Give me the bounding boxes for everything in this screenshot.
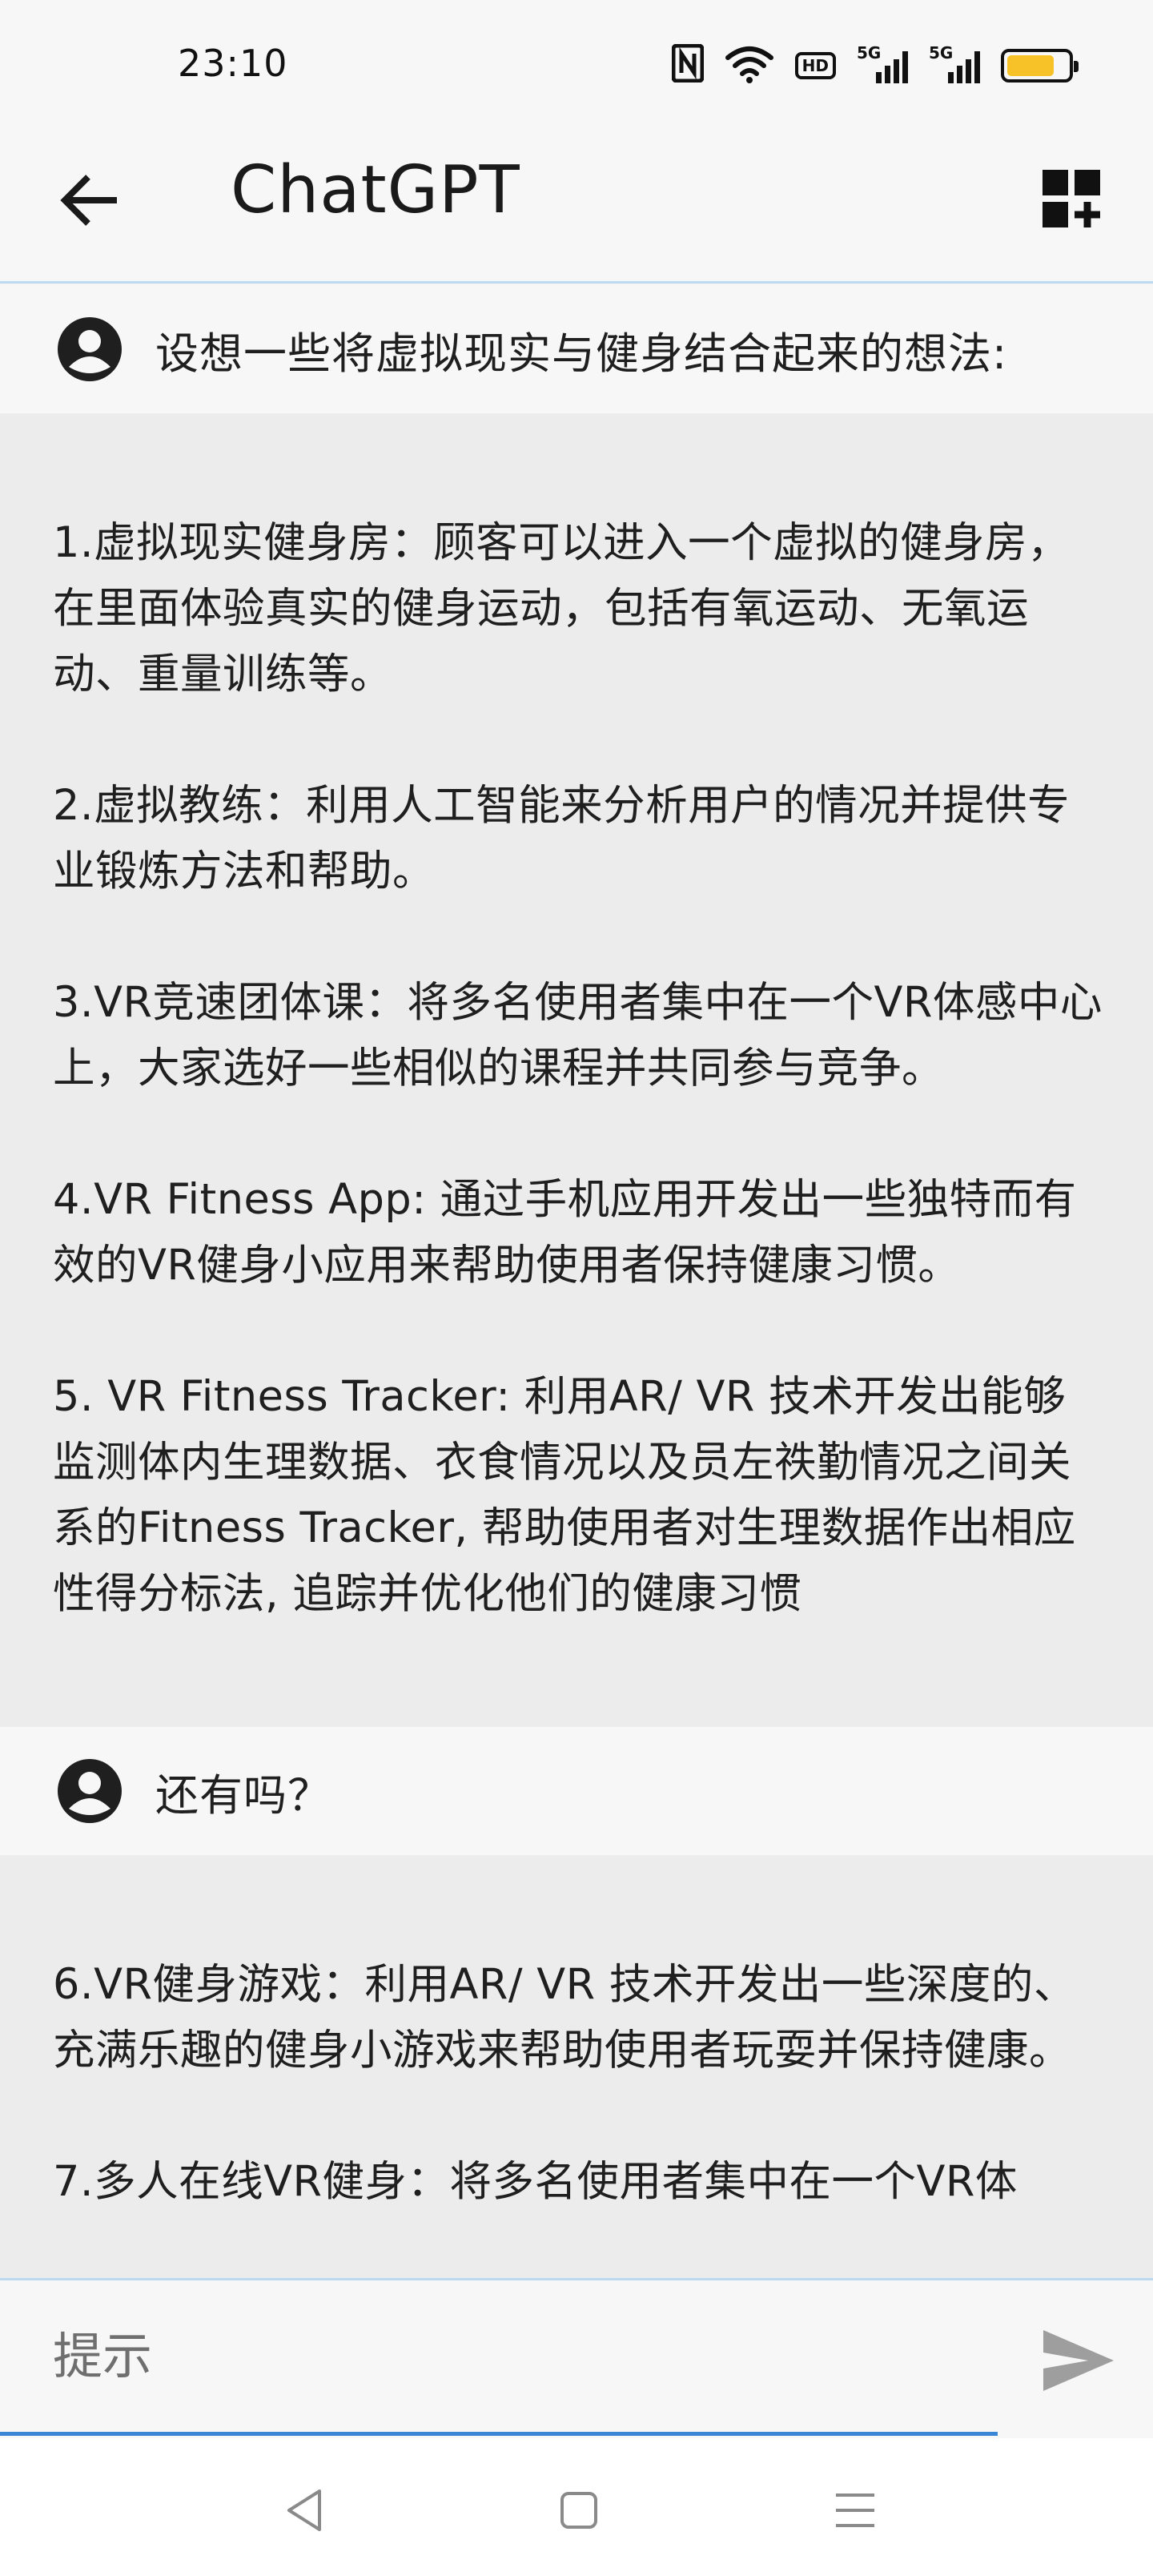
grid-plus-icon: [1043, 170, 1100, 227]
assistant-paragraph: 3.VR竞速团体课：将多名使用者集中在一个VR体感中心上，大家选好一些相似的课程…: [53, 978, 1103, 1093]
input-area: [0, 2278, 1153, 2438]
status-time: 23:10: [178, 42, 288, 85]
app-bar: ChatGPT: [0, 128, 1153, 284]
assistant-paragraph: 2.虚拟教练：利用人工智能来分析用户的情况并提供专业锻炼方法和帮助。: [53, 781, 1071, 896]
user-message: 还有吗？: [0, 1727, 1153, 1855]
user-message-text: 还有吗？: [155, 1769, 331, 1821]
nav-home-button[interactable]: [539, 2470, 619, 2550]
user-message: 设想一些将虚拟现实与健身结合起来的想法:: [0, 285, 1153, 413]
assistant-paragraph: 7.多人在线VR健身：将多名使用者集中在一个VR体: [53, 2157, 1018, 2206]
nav-menu-button[interactable]: [815, 2470, 895, 2550]
new-chat-button[interactable]: [1031, 159, 1111, 239]
nfc-icon: [671, 43, 705, 88]
user-avatar-icon: [58, 1759, 122, 1823]
assistant-paragraph: 4.VR Fitness App: 通过手机应用开发出一些独特而有效的VR健身小…: [53, 1175, 1077, 1290]
hd-icon: HD: [794, 52, 836, 79]
user-avatar-icon: [58, 317, 122, 381]
battery-icon: [1001, 49, 1079, 83]
conversation[interactable]: 设想一些将虚拟现实与健身结合起来的想法: 1.虚拟现实健身房：顾客可以进入一个虚…: [0, 285, 1153, 2278]
send-button[interactable]: [1034, 2320, 1123, 2401]
arrow-left-icon: [60, 175, 117, 226]
system-nav-bar: [0, 2438, 1153, 2576]
menu-lines-icon: [836, 2493, 874, 2527]
page-title: ChatGPT: [231, 152, 520, 228]
assistant-paragraph: 5. VR Fitness Tracker: 利用AR/ VR 技术开发出能够监…: [53, 1372, 1076, 1618]
send-icon: [1043, 2330, 1114, 2391]
prompt-input[interactable]: [0, 2280, 998, 2436]
back-triangle-icon: [287, 2489, 321, 2531]
battery-level: [1007, 55, 1054, 76]
signal-5g-icon: 5G: [929, 43, 980, 83]
assistant-paragraph: 6.VR健身游戏：利用AR/ VR 技术开发出一些深度的、充满乐趣的健身小游戏来…: [53, 1960, 1076, 2075]
wifi-icon: [725, 45, 774, 87]
back-button[interactable]: [50, 160, 130, 240]
assistant-message: 1.虚拟现实健身房：顾客可以进入一个虚拟的健身房，在里面体验真实的健身运动，包括…: [0, 413, 1153, 1727]
status-icons: HD 5G 5G: [671, 42, 1079, 90]
assistant-message: 6.VR健身游戏：利用AR/ VR 技术开发出一些深度的、充满乐趣的健身小游戏来…: [0, 1855, 1153, 2278]
assistant-paragraph: 1.虚拟现实健身房：顾客可以进入一个虚拟的健身房，在里面体验真实的健身运动，包括…: [53, 518, 1071, 698]
status-bar: 23:10 HD 5G 5G: [0, 0, 1153, 128]
signal-5g-icon: 5G: [857, 43, 908, 83]
nav-back-button[interactable]: [264, 2470, 344, 2550]
home-square-icon: [560, 2492, 597, 2529]
user-message-text: 设想一些将虚拟现实与健身结合起来的想法:: [155, 328, 1008, 379]
